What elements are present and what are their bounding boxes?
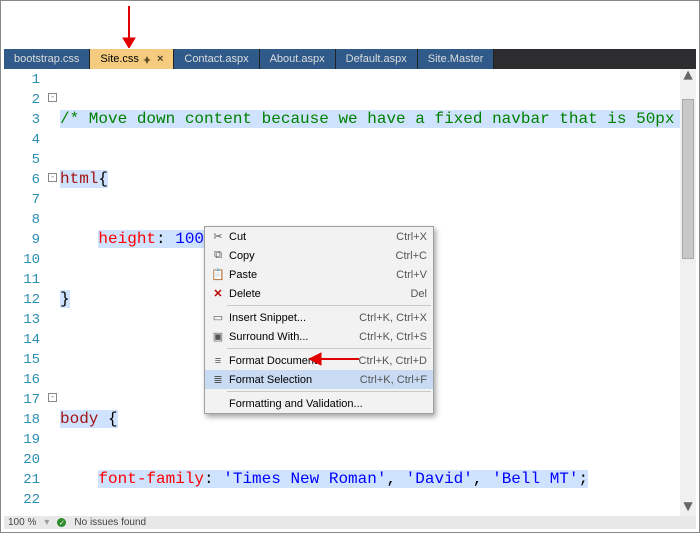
tab-bootstrap-css[interactable]: bootstrap.css xyxy=(4,49,90,69)
vertical-scrollbar[interactable]: ▲ ▼ xyxy=(680,69,696,516)
format-document-icon: ≡ xyxy=(209,353,227,369)
issues-text: No issues found xyxy=(74,517,146,528)
zoom-level[interactable]: 100 % xyxy=(8,517,36,528)
ctx-shortcut: Del xyxy=(400,288,427,300)
cut-icon: ✂ xyxy=(209,229,227,245)
code-text: /* Move down content because we have a f… xyxy=(60,110,696,128)
tab-label: Default.aspx xyxy=(346,53,407,65)
ctx-shortcut: Ctrl+K, Ctrl+D xyxy=(349,355,427,367)
fold-toggle[interactable]: - xyxy=(48,173,57,182)
format-selection-icon: ≣ xyxy=(209,372,227,388)
annotation-arrow-down xyxy=(119,6,139,48)
copy-icon: ⧉ xyxy=(209,248,227,264)
scrollbar-thumb[interactable] xyxy=(682,99,694,259)
status-bar: 100 % ▾ ✓ No issues found xyxy=(4,516,696,529)
ctx-shortcut: Ctrl+X xyxy=(386,231,427,243)
ctx-shortcut: Ctrl+K, Ctrl+X xyxy=(349,312,427,324)
ctx-copy[interactable]: ⧉ Copy Ctrl+C xyxy=(205,246,433,265)
tab-label: bootstrap.css xyxy=(14,53,79,65)
document-tab-bar: bootstrap.css Site.css × Contact.aspx Ab… xyxy=(4,49,696,69)
ctx-label: Format Selection xyxy=(227,374,350,386)
tab-contact-aspx[interactable]: Contact.aspx xyxy=(174,49,259,69)
ctx-label: Cut xyxy=(227,231,386,243)
delete-icon: ✕ xyxy=(209,286,227,302)
pin-icon[interactable] xyxy=(143,55,151,63)
scroll-down-icon[interactable]: ▼ xyxy=(680,500,696,516)
context-menu: ✂ Cut Ctrl+X ⧉ Copy Ctrl+C 📋 Paste Ctrl+… xyxy=(204,226,434,414)
ctx-surround-with[interactable]: ▣ Surround With... Ctrl+K, Ctrl+S xyxy=(205,327,433,346)
snippet-icon: ▭ xyxy=(209,310,227,326)
tab-default-aspx[interactable]: Default.aspx xyxy=(336,49,418,69)
ctx-formatting-validation[interactable]: Formatting and Validation... xyxy=(205,394,433,413)
ctx-insert-snippet[interactable]: ▭ Insert Snippet... Ctrl+K, Ctrl+X xyxy=(205,308,433,327)
ctx-label: Copy xyxy=(227,250,386,262)
fold-toggle[interactable]: - xyxy=(48,393,57,402)
surround-icon: ▣ xyxy=(209,329,227,345)
tab-label: Site.Master xyxy=(428,53,484,65)
fold-column: - - - xyxy=(46,69,60,516)
ctx-cut[interactable]: ✂ Cut Ctrl+X xyxy=(205,227,433,246)
ctx-label: Formatting and Validation... xyxy=(227,398,417,410)
ctx-delete[interactable]: ✕ Delete Del xyxy=(205,284,433,303)
check-icon: ✓ xyxy=(57,518,66,527)
blank-icon xyxy=(209,396,227,412)
scroll-up-icon[interactable]: ▲ xyxy=(680,69,696,85)
ctx-paste[interactable]: 📋 Paste Ctrl+V xyxy=(205,265,433,284)
ctx-shortcut: Ctrl+C xyxy=(386,250,427,262)
tab-site-master[interactable]: Site.Master xyxy=(418,49,495,69)
tab-label: Contact.aspx xyxy=(184,53,248,65)
fold-toggle[interactable]: - xyxy=(48,93,57,102)
ctx-label: Delete xyxy=(227,288,400,300)
tab-label: About.aspx xyxy=(270,53,325,65)
ctx-label: Insert Snippet... xyxy=(227,312,349,324)
close-icon[interactable]: × xyxy=(157,53,163,65)
paste-icon: 📋 xyxy=(209,267,227,283)
tab-site-css[interactable]: Site.css × xyxy=(90,49,174,69)
ctx-label: Paste xyxy=(227,269,386,281)
ctx-shortcut: Ctrl+K, Ctrl+F xyxy=(350,374,427,386)
ctx-separator xyxy=(227,305,431,306)
line-number-gutter: 12345678 910111213141516 171819202122 xyxy=(4,69,46,516)
annotation-arrow-right xyxy=(309,348,359,370)
tab-about-aspx[interactable]: About.aspx xyxy=(260,49,336,69)
ctx-separator xyxy=(227,391,431,392)
ctx-label: Surround With... xyxy=(227,331,349,343)
ctx-shortcut: Ctrl+K, Ctrl+S xyxy=(349,331,427,343)
ctx-shortcut: Ctrl+V xyxy=(386,269,427,281)
ctx-format-selection[interactable]: ≣ Format Selection Ctrl+K, Ctrl+F xyxy=(205,370,433,389)
tab-label: Site.css xyxy=(100,53,139,65)
